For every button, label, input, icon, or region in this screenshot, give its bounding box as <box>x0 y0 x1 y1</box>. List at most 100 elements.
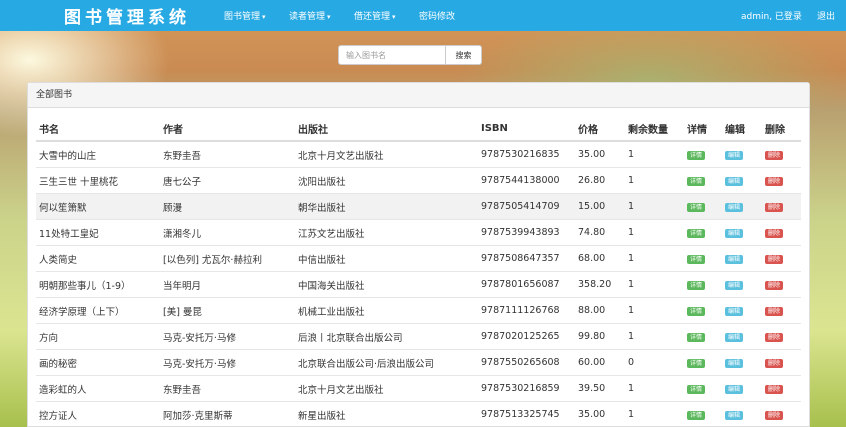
cell-publisher: 机械工业出版社 <box>295 297 478 324</box>
cell-edit: 编辑 <box>722 323 762 350</box>
delete-button[interactable]: 删除 <box>765 307 784 316</box>
cell-author: [以色列] 尤瓦尔·赫拉利 <box>160 245 295 272</box>
cell-isbn: 9787539943893 <box>478 219 575 246</box>
edit-button[interactable]: 编辑 <box>725 177 744 186</box>
table-row: 方向 马克-安托万·马修 后浪丨北京联合出版公司 9787020125265 99.80… <box>36 323 801 350</box>
delete-button[interactable]: 删除 <box>765 359 784 368</box>
table-body: 大雪中的山庄 东野圭吾 北京十月文艺出版社 9787530216835 35.00 1 详情… <box>36 140 801 427</box>
detail-button[interactable]: 详情 <box>687 203 706 212</box>
cell-stock: 1 <box>625 271 684 298</box>
detail-button[interactable]: 详情 <box>687 385 706 394</box>
cell-publisher: 沈阳出版社 <box>295 167 478 194</box>
detail-button[interactable]: 详情 <box>687 151 706 160</box>
cell-publisher: 中国海关出版社 <box>295 271 478 298</box>
cell-isbn: 9787505414709 <box>478 193 575 220</box>
cell-detail: 详情 <box>684 375 722 402</box>
cell-price: 35.00 <box>575 140 625 168</box>
nav-password-change[interactable]: 密码修改 <box>419 9 455 22</box>
top-navbar: 图书管理系统 图书管理 ▾ 读者管理 ▾ 借还管理 ▾ 密码修改 admin, 已登录… <box>0 0 846 31</box>
search-button[interactable]: 搜索 <box>446 45 482 65</box>
delete-button[interactable]: 删除 <box>765 177 784 186</box>
edit-button[interactable]: 编辑 <box>725 281 744 290</box>
cell-isbn: 9787801656087 <box>478 271 575 298</box>
edit-button[interactable]: 编辑 <box>725 333 744 342</box>
detail-button[interactable]: 详情 <box>687 229 706 238</box>
cell-detail: 详情 <box>684 401 722 427</box>
delete-button[interactable]: 删除 <box>765 255 784 264</box>
delete-button[interactable]: 删除 <box>765 281 784 290</box>
edit-button[interactable]: 编辑 <box>725 203 744 212</box>
search-input[interactable] <box>338 45 446 65</box>
table-row: 何以笙箫默 顾漫 朝华出版社 9787505414709 15.00 1 详情 编辑 删除 <box>36 193 801 220</box>
cell-delete: 删除 <box>762 140 801 168</box>
logout-link[interactable]: 退出 <box>817 9 835 22</box>
cell-author: 阿加莎·克里斯蒂 <box>160 401 295 427</box>
cell-publisher: 江苏文艺出版社 <box>295 219 478 246</box>
cell-author: 当年明月 <box>160 271 295 298</box>
nav-book-management[interactable]: 图书管理 ▾ <box>224 9 266 22</box>
detail-button[interactable]: 详情 <box>687 359 706 368</box>
edit-button[interactable]: 编辑 <box>725 255 744 264</box>
col-header-isbn: ISBN <box>478 117 575 142</box>
edit-button[interactable]: 编辑 <box>725 229 744 238</box>
cell-edit: 编辑 <box>722 271 762 298</box>
cell-title: 三生三世 十里桃花 <box>36 167 160 194</box>
cell-isbn: 9787544138000 <box>478 167 575 194</box>
cell-edit: 编辑 <box>722 167 762 194</box>
cell-price: 88.00 <box>575 297 625 324</box>
caret-down-icon: ▾ <box>262 13 266 21</box>
cell-publisher: 北京十月文艺出版社 <box>295 140 478 168</box>
delete-button[interactable]: 删除 <box>765 333 784 342</box>
cell-stock: 1 <box>625 140 684 168</box>
delete-button[interactable]: 删除 <box>765 229 784 238</box>
cell-price: 35.00 <box>575 401 625 427</box>
cell-delete: 删除 <box>762 375 801 402</box>
detail-button[interactable]: 详情 <box>687 281 706 290</box>
detail-button[interactable]: 详情 <box>687 411 706 420</box>
cell-price: 358.20 <box>575 271 625 298</box>
detail-button[interactable]: 详情 <box>687 177 706 186</box>
edit-button[interactable]: 编辑 <box>725 411 744 420</box>
table-row: 大雪中的山庄 东野圭吾 北京十月文艺出版社 9787530216835 35.00 1 详情… <box>36 140 801 168</box>
cell-publisher: 朝华出版社 <box>295 193 478 220</box>
cell-stock: 1 <box>625 167 684 194</box>
edit-button[interactable]: 编辑 <box>725 385 744 394</box>
brand-logo[interactable]: 图书管理系统 <box>64 3 190 28</box>
cell-delete: 删除 <box>762 297 801 324</box>
cell-price: 68.00 <box>575 245 625 272</box>
cell-edit: 编辑 <box>722 193 762 220</box>
cell-delete: 删除 <box>762 323 801 350</box>
cell-isbn: 9787111126768 <box>478 297 575 324</box>
delete-button[interactable]: 删除 <box>765 203 784 212</box>
books-panel: 全部图书 书名 作者 出版社 ISBN 价格 剩余数量 详情 编辑 删除 大雪中… <box>27 82 810 427</box>
cell-edit: 编辑 <box>722 401 762 427</box>
cell-publisher: 北京十月文艺出版社 <box>295 375 478 402</box>
delete-button[interactable]: 删除 <box>765 411 784 420</box>
edit-button[interactable]: 编辑 <box>725 359 744 368</box>
detail-button[interactable]: 详情 <box>687 255 706 264</box>
cell-stock: 1 <box>625 323 684 350</box>
cell-title: 画的秘密 <box>36 349 160 376</box>
nav-reader-management[interactable]: 读者管理 ▾ <box>289 9 331 22</box>
col-header-publisher: 出版社 <box>295 117 478 142</box>
cell-publisher: 北京联合出版公司·后浪出版公司 <box>295 349 478 376</box>
detail-button[interactable]: 详情 <box>687 307 706 316</box>
cell-isbn: 9787508647357 <box>478 245 575 272</box>
cell-detail: 详情 <box>684 219 722 246</box>
cell-price: 39.50 <box>575 375 625 402</box>
nav-borrow-return[interactable]: 借还管理 ▾ <box>354 9 396 22</box>
cell-stock: 1 <box>625 219 684 246</box>
cell-isbn: 9787530216835 <box>478 140 575 168</box>
cell-publisher: 新星出版社 <box>295 401 478 427</box>
table-row: 经济学原理（上下） [美] 曼昆 机械工业出版社 9787111126768 88.00… <box>36 297 801 324</box>
edit-button[interactable]: 编辑 <box>725 307 744 316</box>
cell-price: 99.80 <box>575 323 625 350</box>
cell-detail: 详情 <box>684 297 722 324</box>
delete-button[interactable]: 删除 <box>765 385 784 394</box>
detail-button[interactable]: 详情 <box>687 333 706 342</box>
cell-author: 东野圭吾 <box>160 375 295 402</box>
edit-button[interactable]: 编辑 <box>725 151 744 160</box>
caret-down-icon: ▾ <box>327 13 331 21</box>
table-row: 造彩虹的人 东野圭吾 北京十月文艺出版社 9787530216859 39.50 1 详情 编… <box>36 375 801 402</box>
delete-button[interactable]: 删除 <box>765 151 784 160</box>
